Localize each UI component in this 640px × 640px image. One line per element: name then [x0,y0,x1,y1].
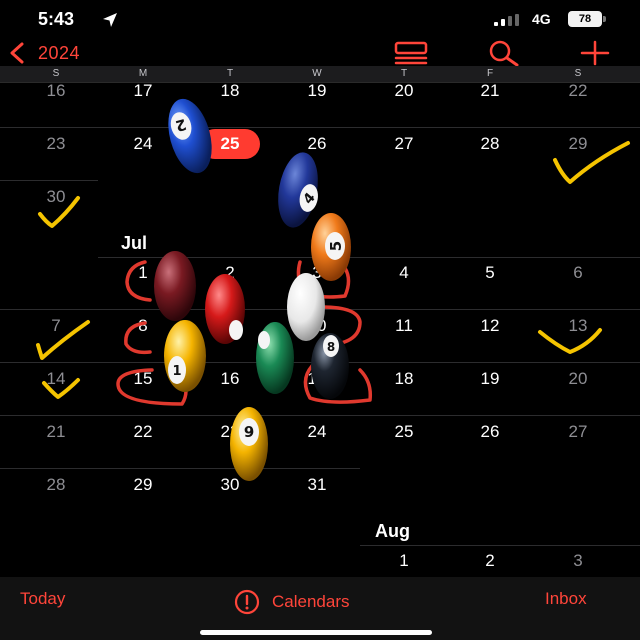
home-indicator [200,630,432,635]
back-year-label: 2024 [38,42,81,63]
day-cell[interactable]: 17 [118,83,168,101]
week-divider [360,545,640,546]
day-cell[interactable]: 24 [118,134,168,154]
weekday-tue: T [226,68,234,79]
day-cell[interactable]: 3 [292,263,342,283]
day-cell[interactable]: 24 [292,422,342,442]
inbox-label: Inbox [545,589,587,608]
calendars-label: Calendars [272,592,350,611]
day-cell[interactable]: 30 [31,187,81,207]
week-divider [0,309,640,310]
weekday-wed: W [312,68,322,79]
status-time: 5:43 [38,9,75,29]
list-view-icon [394,41,428,65]
day-cell[interactable]: 20 [553,369,603,389]
weekday-thu: T [400,68,408,79]
day-cell[interactable]: 28 [465,134,515,154]
search-icon [489,40,519,67]
today-button[interactable]: Today [20,589,65,609]
status-bar: 5:43 4G 78 [0,0,640,38]
weekday-sat: S [574,68,582,79]
day-cell[interactable]: 1 [379,551,429,571]
battery-level: 78 [568,11,602,27]
network-type: 4G [532,11,551,27]
day-cell[interactable]: 17 [292,369,342,389]
day-cell[interactable]: 21 [465,83,515,101]
day-cell[interactable]: 4 [379,263,429,283]
day-cell[interactable]: 3 [553,551,603,571]
day-cell[interactable]: 1 [118,263,168,283]
week-divider [0,468,360,469]
day-cell[interactable]: 23 [205,422,255,442]
day-cell[interactable]: 16 [31,83,81,101]
day-cell[interactable]: 23 [31,134,81,154]
day-cell[interactable]: 10 [292,316,342,336]
signal-bars-icon [494,14,519,26]
info-circle-icon [234,589,260,615]
add-event-button[interactable] [577,39,613,67]
day-cell[interactable]: 27 [553,422,603,442]
month-grid: 16 17 18 19 20 21 22 23 24 25 26 27 28 2… [0,83,640,577]
day-cell[interactable]: 6 [553,263,603,283]
battery-icon: 78 [568,11,608,27]
weekday-mon: M [138,68,148,79]
add-icon [580,40,610,66]
day-cell[interactable]: 5 [465,263,515,283]
chevron-left-icon [10,42,24,64]
inbox-button[interactable]: Inbox [545,589,587,609]
day-cell[interactable]: 14 [31,369,81,389]
day-cell[interactable]: 12 [465,316,515,336]
weekday-sun: S [52,68,60,79]
week-divider [0,180,98,181]
day-cell[interactable]: 26 [292,134,342,154]
day-cell[interactable]: 27 [379,134,429,154]
day-cell[interactable]: 29 [118,475,168,495]
day-cell[interactable]: 2 [205,263,255,283]
battery-cap [603,16,606,22]
day-cell[interactable]: 19 [465,369,515,389]
day-cell[interactable]: 29 [553,134,603,154]
back-to-year-button[interactable]: 2024 [8,40,80,66]
day-cell[interactable]: 19 [292,83,342,101]
bottom-tab-bar: Today Calendars Inbox [0,577,640,640]
day-cell[interactable]: 20 [379,83,429,101]
location-arrow-icon [103,13,117,27]
day-cell[interactable]: 18 [205,83,255,101]
day-cell[interactable]: 26 [465,422,515,442]
today-label: Today [20,589,66,608]
day-cell[interactable]: 11 [379,316,429,336]
day-cell[interactable]: 7 [31,316,81,336]
month-label-jul: Jul [121,233,148,253]
week-divider [0,362,640,363]
day-cell-today[interactable]: 25 [205,134,255,154]
day-cell[interactable]: 22 [553,83,603,101]
month-label-aug: Aug [375,521,410,541]
search-button[interactable] [485,39,521,67]
weekday-header: S M T W T F S [0,66,640,83]
day-cell[interactable]: 25 [379,422,429,442]
day-cell[interactable]: 30 [205,475,255,495]
day-cell[interactable]: 2 [465,551,515,571]
day-cell[interactable]: 31 [292,475,342,495]
calendars-button[interactable]: Calendars [234,589,350,615]
day-cell[interactable]: 15 [118,369,168,389]
week-divider [0,415,640,416]
day-cell[interactable]: 13 [553,316,603,336]
day-cell[interactable]: 16 [205,369,255,389]
day-cell[interactable]: 18 [379,369,429,389]
day-cell[interactable]: 28 [31,475,81,495]
week-divider [98,257,640,258]
weekday-fri: F [486,68,494,79]
list-view-button[interactable] [394,39,430,67]
day-cell[interactable]: 8 [118,316,168,336]
calendar-toolbar: 2024 [0,38,640,68]
day-cell[interactable]: 21 [31,422,81,442]
week-divider [0,127,640,128]
day-cell[interactable]: 22 [118,422,168,442]
day-cell[interactable]: 9 [205,316,255,336]
